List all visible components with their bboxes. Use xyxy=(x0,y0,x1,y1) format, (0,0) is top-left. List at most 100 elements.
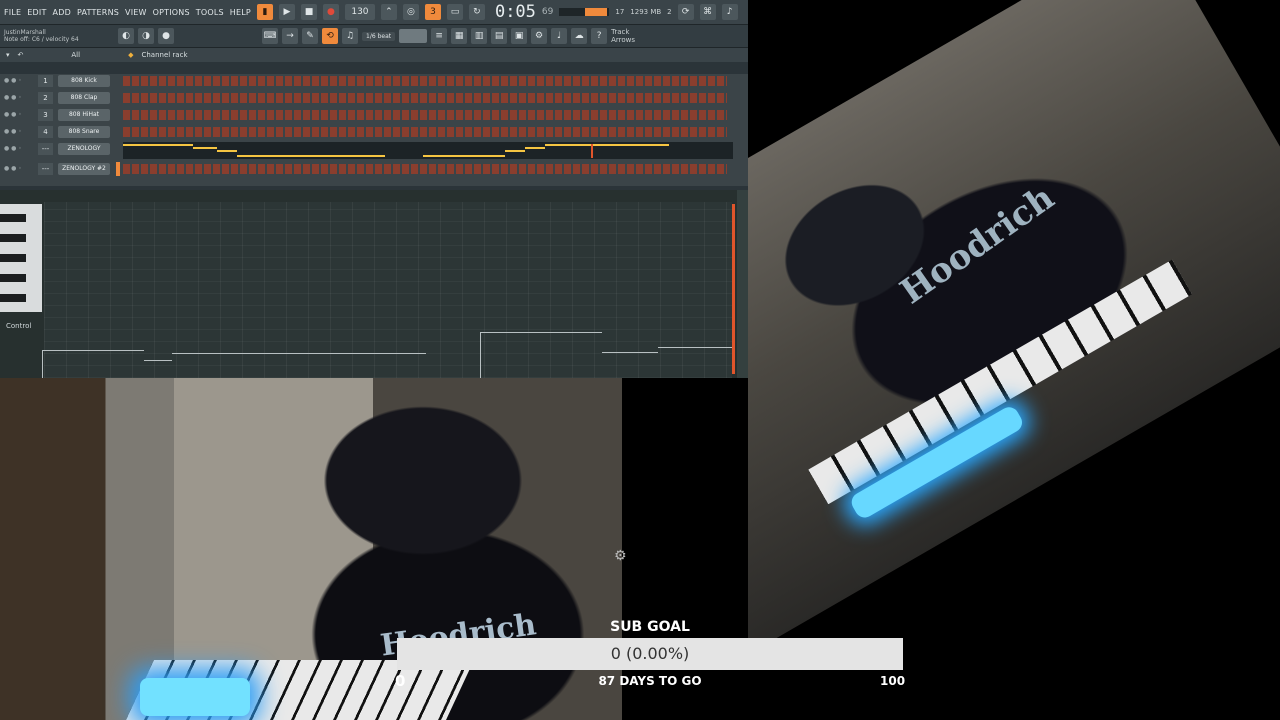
countdown-button[interactable]: 3 xyxy=(424,4,441,20)
channel-number[interactable]: 3 xyxy=(38,109,53,121)
piano-roll-icon[interactable]: ▤ xyxy=(491,28,508,44)
play-icon: ▶ xyxy=(283,7,291,17)
memory-readout: 1293 MB xyxy=(630,8,662,16)
channel-number[interactable]: --- xyxy=(38,143,53,155)
webcam-overhead-scene: Hoodrich xyxy=(748,0,1280,658)
piano-keyboard[interactable] xyxy=(0,204,42,312)
channel-name-button[interactable]: ZENOLOGY #2 xyxy=(58,163,110,175)
tempo-tap-icon[interactable]: ♩ xyxy=(551,28,568,44)
snap-select[interactable]: 1/6 beat xyxy=(362,31,396,41)
loop-record-button[interactable]: ↻ xyxy=(468,4,485,20)
menu-file[interactable]: FILE xyxy=(4,8,21,17)
keyboard-pads-glow xyxy=(140,678,250,716)
track-label-text: Track xyxy=(611,28,630,36)
tempo-display[interactable]: 130 xyxy=(344,4,375,20)
mixer-icon[interactable]: ⌘ xyxy=(699,4,716,20)
sub-goal-max: 100 xyxy=(880,674,906,688)
mute-led-icon[interactable]: ● ● ◦ xyxy=(4,128,22,135)
blend-notes-button[interactable]: ▭ xyxy=(446,4,463,20)
wait-button[interactable]: ◎ xyxy=(402,4,419,20)
channel-name-button[interactable]: 808 HiHat xyxy=(58,109,110,121)
webcam-overhead: Hoodrich xyxy=(748,0,1280,720)
event-control-label[interactable]: Control xyxy=(6,322,31,330)
channel-row: ● ● ◦ 4 808 Snare xyxy=(0,125,748,139)
step-sequencer[interactable] xyxy=(123,93,727,103)
vertical-scrollbar[interactable] xyxy=(737,190,748,378)
dial-icon[interactable]: ◐ xyxy=(118,28,134,44)
piano-roll: Control xyxy=(0,190,748,378)
pattern-song-toggle[interactable]: ▮ xyxy=(256,4,273,20)
channel-name-button[interactable]: ZENOLOGY xyxy=(58,143,110,155)
record-button[interactable]: ● xyxy=(322,4,339,20)
dial-icon-3[interactable]: ● xyxy=(158,28,174,44)
step-sequencer[interactable] xyxy=(123,164,727,174)
help-icon[interactable]: ? xyxy=(591,28,608,44)
velocity-stem xyxy=(42,350,43,378)
stop-icon: ■ xyxy=(304,7,314,17)
master-volume-meter[interactable] xyxy=(559,8,610,16)
channel-rack-title: Channel rack xyxy=(141,51,188,59)
arrow-icon[interactable]: → xyxy=(282,28,298,44)
channel-number[interactable]: --- xyxy=(38,163,53,175)
mute-led-icon[interactable]: ● ● ◦ xyxy=(4,77,22,84)
menu-help[interactable]: HELP xyxy=(230,8,251,17)
mic-icon[interactable]: ♪ xyxy=(721,4,738,20)
play-button[interactable]: ▶ xyxy=(278,4,295,20)
channel-rack-icon[interactable]: ▦ xyxy=(451,28,468,44)
note-bar xyxy=(505,150,525,152)
channel-row: ● ● ◦ 1 808 Kick xyxy=(0,74,748,88)
undo-icon[interactable]: ↶ xyxy=(18,51,24,59)
rack-menu-icon[interactable]: ▾ xyxy=(6,51,10,59)
menu-add[interactable]: ADD xyxy=(53,8,71,17)
online-icon[interactable]: ☁ xyxy=(571,28,588,44)
channel-number[interactable]: 1 xyxy=(38,75,53,87)
dial-icon-2[interactable]: ◑ xyxy=(138,28,154,44)
menu-edit[interactable]: EDIT xyxy=(27,8,46,17)
playlist-icon[interactable]: ≡ xyxy=(431,28,448,44)
channel-name-button[interactable]: 808 Kick xyxy=(58,75,110,87)
rack-filter[interactable]: All xyxy=(71,51,80,59)
track-label: Track Arrows xyxy=(611,28,635,44)
keyboard-icon[interactable]: ⌨ xyxy=(262,28,278,44)
step-sequencer[interactable] xyxy=(123,110,727,120)
channel-name-button[interactable]: 808 Snare xyxy=(58,126,110,138)
step-sequencer[interactable] xyxy=(123,76,727,86)
metronome-button[interactable]: ⌃ xyxy=(380,4,397,20)
menu-options[interactable]: OPTIONS xyxy=(153,8,190,17)
hint-line-2: Note off: C6 / velocity 64 xyxy=(4,36,79,43)
plugin-icon[interactable]: ⚙ xyxy=(531,28,548,44)
step-sequencer[interactable] xyxy=(123,127,727,137)
channel-row: ● ● ◦ --- ZENOLOGY xyxy=(0,142,748,159)
mute-led-icon[interactable]: ● ● ◦ xyxy=(4,111,22,118)
browser-icon[interactable]: ▣ xyxy=(511,28,528,44)
playhead-marker xyxy=(591,144,593,158)
song-position: 0:05 xyxy=(494,2,536,22)
refresh-icon[interactable]: ⟳ xyxy=(677,4,694,20)
menu-tools[interactable]: TOOLS xyxy=(196,8,224,17)
diamond-icon: ◆ xyxy=(128,51,134,59)
mini-piano-roll[interactable] xyxy=(123,142,733,159)
velocity-line xyxy=(144,360,172,361)
mute-led-icon[interactable]: ● ● ◦ xyxy=(4,145,22,152)
menu-patterns[interactable]: PATTERNS xyxy=(77,8,119,17)
mute-led-icon[interactable]: ● ● ◦ xyxy=(4,165,22,172)
pencil-icon[interactable]: ✎ xyxy=(302,28,318,44)
note-bar xyxy=(217,150,237,152)
mixer-window-icon[interactable]: ▥ xyxy=(471,28,488,44)
mute-led-icon[interactable]: ● ● ◦ xyxy=(4,94,22,101)
note-bar xyxy=(423,155,505,157)
channel-number[interactable]: 2 xyxy=(38,92,53,104)
note-bar xyxy=(193,147,217,149)
stop-button[interactable]: ■ xyxy=(300,4,317,20)
song-position-sub: 69 xyxy=(541,7,554,17)
channel-number[interactable]: 4 xyxy=(38,126,53,138)
gear-icon[interactable]: ⚙ xyxy=(614,548,634,564)
menu-view[interactable]: VIEW xyxy=(125,8,147,17)
midi-keyboard xyxy=(808,259,1193,505)
channel-name-button[interactable]: 808 Clap xyxy=(58,92,110,104)
selected-channel-indicator xyxy=(116,162,120,176)
piano-icon[interactable]: ♫ xyxy=(342,28,358,44)
pattern-selector[interactable] xyxy=(399,29,428,43)
snap-icon[interactable]: ⟲ xyxy=(322,28,338,44)
polyphony-readout: 2 xyxy=(667,8,672,16)
